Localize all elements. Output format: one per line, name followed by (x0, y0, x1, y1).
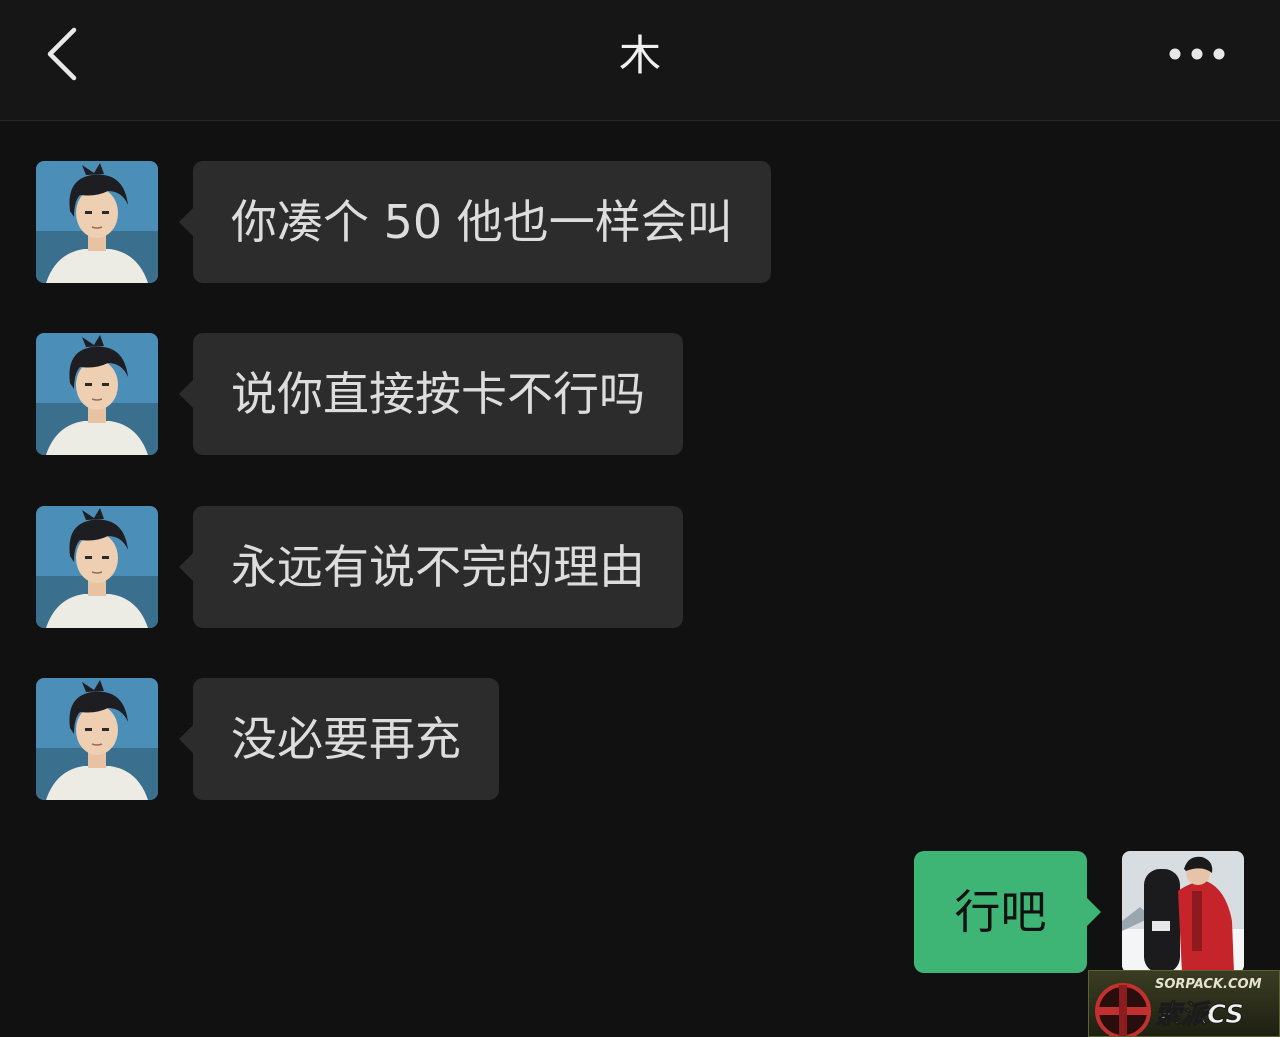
contact-avatar[interactable] (36, 161, 158, 283)
watermark-line2: 索派CS (1155, 1000, 1244, 1030)
message-row: 说你直接按卡不行吗 (0, 333, 1280, 455)
more-dots-icon (1169, 48, 1225, 60)
incoming-message-bubble[interactable]: 你凑个 50 他也一样会叫 (179, 161, 771, 283)
snowboard-photo-avatar (1122, 851, 1244, 973)
watermark-logo: SORPACK.COM 索派CS (1088, 970, 1280, 1037)
watermark-line1: SORPACK.COM (1155, 977, 1262, 992)
contact-avatar[interactable] (36, 333, 158, 455)
user-avatar[interactable] (1122, 851, 1244, 973)
message-row: 永远有说不完的理由 (0, 506, 1280, 628)
message-row: 行吧 (0, 851, 1280, 973)
anime-boy-avatar (36, 333, 158, 455)
chevron-left-icon (47, 27, 77, 81)
anime-boy-avatar (36, 678, 158, 800)
chat-header: 木 (0, 0, 1280, 121)
chat-title: 木 (618, 31, 661, 80)
message-row: 没必要再充 (0, 678, 1280, 800)
more-options-button[interactable] (1160, 34, 1236, 74)
incoming-message-bubble[interactable]: 没必要再充 (179, 678, 499, 800)
outgoing-message-bubble[interactable]: 行吧 (914, 851, 1101, 973)
incoming-message-bubble[interactable]: 永远有说不完的理由 (179, 506, 683, 628)
contact-avatar[interactable] (36, 678, 158, 800)
back-button[interactable] (36, 22, 96, 86)
anime-boy-avatar (36, 161, 158, 283)
incoming-message-bubble[interactable]: 说你直接按卡不行吗 (179, 333, 683, 455)
contact-avatar[interactable] (36, 506, 158, 628)
message-row: 你凑个 50 他也一样会叫 (0, 161, 1280, 283)
sorpack-logo-icon: SORPACK.COM 索派CS (1095, 977, 1262, 1036)
anime-boy-avatar (36, 506, 158, 628)
